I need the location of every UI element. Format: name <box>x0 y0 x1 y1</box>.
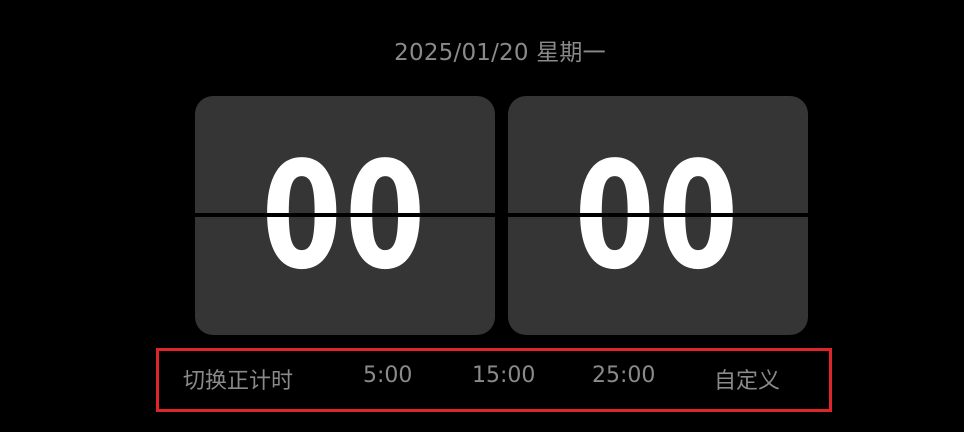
preset-bar: 切换正计时 5:00 15:00 25:00 自定义 <box>156 348 832 412</box>
preset-25min-button[interactable]: 25:00 <box>592 363 655 388</box>
hours-flip-divider <box>195 213 495 217</box>
hours-flip-card: 00 <box>195 96 495 335</box>
switch-countup-button[interactable]: 切换正计时 <box>183 363 293 395</box>
minutes-flip-divider <box>508 213 808 217</box>
minutes-flip-card: 00 <box>508 96 808 335</box>
custom-time-button[interactable]: 自定义 <box>714 363 780 395</box>
preset-5min-button[interactable]: 5:00 <box>363 363 412 388</box>
date-label: 2025/01/20 星期一 <box>394 40 606 66</box>
preset-15min-button[interactable]: 15:00 <box>472 363 535 388</box>
